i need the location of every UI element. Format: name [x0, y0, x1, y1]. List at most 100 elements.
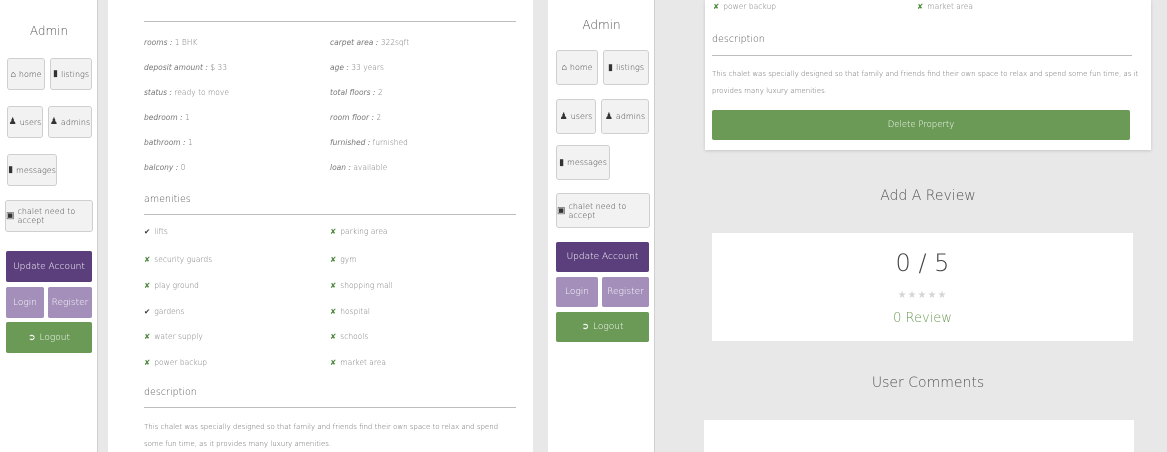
amenities-heading: amenities — [144, 194, 191, 205]
divider — [144, 214, 516, 215]
cross-icon: ✘ — [330, 332, 337, 341]
home-button[interactable]: ⌂ home — [7, 58, 45, 90]
amenity-power-backup: ✘ power backup — [144, 358, 207, 367]
divider — [144, 21, 516, 22]
messages-label: messages — [16, 165, 56, 175]
building-check-icon: ▣ — [557, 205, 566, 216]
deposit-amount-field: deposit amount : $ 33 — [144, 63, 227, 72]
amenity-play-ground: ✘ play ground — [144, 281, 199, 290]
chalet-accept-label: chalet need to accept — [568, 201, 627, 220]
description-text: This chalet was specially designed so th… — [712, 70, 1139, 95]
total-floors-field: total floors : 2 — [330, 88, 383, 97]
users-button[interactable]: ♟ users — [556, 99, 596, 134]
furnished-field: furnished : furnished — [330, 138, 408, 147]
amenity-market-area: ✘ market area — [330, 358, 387, 367]
amenity-shopping-mall: ✘ shopping mall — [330, 281, 393, 290]
admins-label: admins — [60, 117, 91, 127]
messages-button[interactable]: ▮ messages — [7, 154, 57, 186]
amenity-schools: ✘ schools — [330, 332, 369, 341]
left-screenshot-pane: Admin ⌂ home ▮ listings ♟ users ♟ admins ▮ me… — [0, 0, 548, 452]
comments-box — [704, 420, 1134, 452]
register-button[interactable]: Register — [48, 287, 92, 318]
amenity-water-supply: ✘ water supply — [144, 332, 203, 341]
bathroom-field: bathroom : 1 — [144, 138, 193, 147]
users-button[interactable]: ♟ users — [7, 106, 43, 138]
status-field: status : ready to move — [144, 88, 229, 97]
cross-icon: ✘ — [713, 2, 720, 11]
logout-label: Logout — [593, 322, 624, 332]
sign-out-icon: ➲ — [27, 332, 36, 343]
home-label: home — [18, 69, 42, 79]
update-account-button[interactable]: Update Account — [6, 251, 92, 282]
update-account-button[interactable]: Update Account — [556, 242, 649, 272]
chalet-accept-label: chalet need to accept — [17, 207, 76, 225]
users-label: users — [19, 117, 42, 127]
home-icon: ⌂ — [561, 63, 567, 73]
cross-icon: ✘ — [144, 358, 151, 367]
review-summary-box: 0 / 5 ★★★★★ 0 Review — [712, 233, 1133, 341]
rooms-field: rooms : 1 BHK — [144, 38, 198, 47]
check-icon: ✔ — [144, 227, 151, 236]
sign-out-icon: ➲ — [581, 322, 590, 332]
cross-icon: ✘ — [330, 227, 337, 236]
login-button[interactable]: Login — [6, 287, 44, 318]
users-icon: ♟ — [49, 117, 58, 127]
admins-button[interactable]: ♟ admins — [48, 106, 92, 138]
check-icon: ✔ — [144, 307, 151, 316]
home-button[interactable]: ⌂ home — [556, 50, 598, 85]
cross-icon: ✘ — [330, 281, 337, 290]
rating-stars[interactable]: ★★★★★ — [712, 290, 1133, 301]
amenity-lifts: ✔ lifts — [144, 227, 168, 236]
review-score: 0 / 5 — [895, 249, 950, 277]
cross-icon: ✘ — [917, 2, 924, 11]
messages-button[interactable]: ▮ messages — [556, 145, 610, 180]
cross-icon: ✘ — [330, 255, 337, 264]
cross-icon: ✘ — [330, 307, 337, 316]
review-count: 0 Review — [893, 311, 952, 326]
cross-icon: ✘ — [144, 281, 151, 290]
admins-label: admins — [615, 112, 646, 121]
amenity-parking: ✘ parking area — [330, 227, 388, 236]
building-icon: ▮ — [608, 62, 613, 73]
divider — [712, 55, 1132, 56]
login-button[interactable]: Login — [556, 277, 598, 307]
user-icon: ♟ — [559, 111, 568, 122]
delete-property-button[interactable]: Delete Property — [712, 110, 1130, 140]
carpet-area-field: carpet area : 322sqft — [330, 38, 410, 47]
divider — [144, 407, 516, 408]
amenity-market-area: ✘ market area — [917, 2, 974, 11]
messages-label: messages — [567, 158, 607, 167]
amenity-power-backup: ✘ power backup — [713, 2, 776, 11]
age-field: age : 33 years — [330, 63, 384, 72]
cross-icon: ✘ — [330, 358, 337, 367]
logout-button[interactable]: ➲ Logout — [556, 312, 649, 342]
sidebar-title: Admin — [29, 24, 69, 38]
description-heading: description — [712, 34, 765, 45]
balcony-field: balcony : 0 — [144, 163, 186, 172]
right-screenshot-pane: Admin ⌂ home ▮ listings ♟ users ♟ admins ▮ me… — [548, 0, 1167, 452]
register-button[interactable]: Register — [602, 277, 649, 307]
add-review-heading: Add A Review — [880, 188, 976, 204]
cross-icon: ✘ — [144, 332, 151, 341]
property-description-card: ✘ power backup ✘ market area description T… — [705, 0, 1151, 150]
admins-button[interactable]: ♟ admins — [601, 99, 649, 134]
listings-label: listings — [615, 63, 644, 72]
logout-button[interactable]: ➲ Logout — [6, 322, 92, 353]
admin-sidebar: Admin ⌂ home ▮ listings ♟ users ♟ admins ▮ me… — [0, 0, 98, 452]
listings-label: listings — [60, 69, 89, 79]
chalet-need-to-accept-button[interactable]: ▣ chalet need to accept — [556, 193, 650, 228]
envelope-icon: ▮ — [8, 165, 14, 175]
home-icon: ⌂ — [10, 69, 16, 80]
listings-button[interactable]: ▮ listings — [50, 58, 92, 90]
chalet-need-to-accept-button[interactable]: ▣ chalet need to accept — [5, 200, 93, 232]
cross-icon: ✘ — [144, 255, 151, 264]
description-heading: description — [144, 387, 197, 398]
bedroom-field: bedroom : 1 — [144, 113, 190, 122]
users-icon: ♟ — [604, 111, 613, 122]
user-icon: ♟ — [8, 117, 17, 127]
listings-button[interactable]: ▮ listings — [603, 50, 649, 85]
sidebar-title: Admin — [582, 18, 621, 32]
amenity-security: ✘ security guards — [144, 255, 213, 264]
building-icon: ▮ — [53, 69, 58, 79]
users-label: users — [570, 112, 593, 121]
